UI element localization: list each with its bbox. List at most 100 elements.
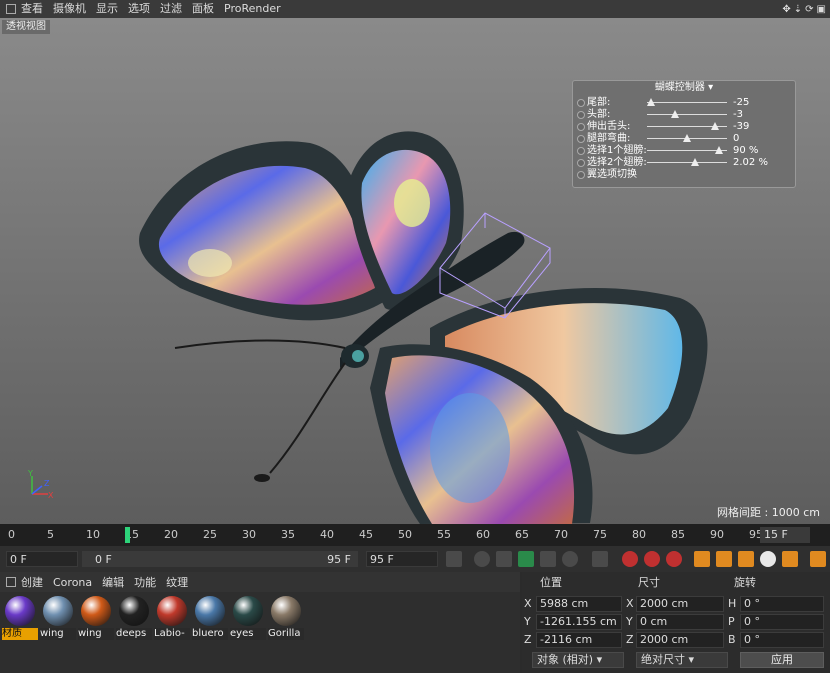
goto-start-icon[interactable] — [446, 551, 462, 567]
controller-value[interactable]: -25 — [733, 97, 749, 108]
material-swatch[interactable]: bluero — [192, 594, 228, 640]
position-field[interactable]: 5988 cm — [536, 596, 622, 612]
controller-row[interactable]: 选择2个翅膀: 2.02 % — [577, 157, 791, 168]
animate-dot-icon[interactable] — [577, 135, 585, 143]
play-icon[interactable] — [518, 551, 534, 567]
key-position-icon[interactable] — [694, 551, 710, 567]
menu-edit[interactable]: 编辑 — [97, 574, 129, 590]
controller-label: 伸出舌头: — [587, 121, 631, 132]
slider-knob[interactable] — [683, 134, 691, 142]
menu-function[interactable]: 功能 — [129, 574, 161, 590]
timeline-tick-label: 85 — [671, 528, 685, 541]
timeline-options-icon[interactable] — [810, 551, 826, 567]
material-swatch[interactable]: Labio- — [154, 594, 190, 640]
slider-track[interactable] — [647, 162, 727, 163]
size-mode-dropdown[interactable]: 绝对尺寸 ▾ — [636, 652, 728, 668]
menu-panel[interactable]: 面板 — [187, 0, 219, 18]
controller-value[interactable]: -39 — [733, 121, 749, 132]
key-rotation-icon[interactable] — [738, 551, 754, 567]
perspective-viewport[interactable]: 透视视图 Y X Z 蝴蝶控制器 ▾ 尾部: -25 头部: -3 伸出舌头: … — [0, 18, 830, 524]
slider-knob[interactable] — [647, 98, 655, 106]
slider-knob[interactable] — [691, 158, 699, 166]
size-field[interactable]: 2000 cm — [636, 596, 724, 612]
animate-dot-icon[interactable] — [577, 123, 585, 131]
timeline-ruler[interactable]: 0 5 10 15 20 25 30 35 40 45 50 55 60 65 70 75 80 85 90 95 1… — [0, 524, 830, 546]
animate-dot-icon[interactable] — [577, 159, 585, 167]
controller-row[interactable]: 头部: -3 — [577, 109, 791, 120]
controller-value[interactable]: 90 % — [733, 145, 758, 156]
autokey-icon[interactable] — [644, 551, 660, 567]
key-param-icon[interactable] — [760, 551, 776, 567]
position-field[interactable]: -1261.155 cm — [536, 614, 622, 630]
animate-dot-icon[interactable] — [577, 99, 585, 107]
slider-track[interactable] — [647, 102, 727, 103]
maximize-view-icon[interactable]: ▣ — [817, 4, 826, 15]
animate-dot-icon[interactable] — [577, 171, 585, 179]
material-swatch[interactable]: wing — [40, 594, 76, 640]
record-icon[interactable] — [622, 551, 638, 567]
size-field[interactable]: 2000 cm — [636, 632, 724, 648]
current-frame-field[interactable]: 15 F — [760, 527, 810, 543]
slider-knob[interactable] — [715, 146, 723, 154]
size-field[interactable]: 0 cm — [636, 614, 724, 630]
menu-filter[interactable]: 过滤 — [155, 0, 187, 18]
menu-view[interactable]: 查看 — [16, 0, 48, 18]
material-swatch[interactable]: deeps — [116, 594, 152, 640]
animate-dot-icon[interactable] — [577, 111, 585, 119]
coordinates-panel: 位置 尺寸 旋转 X 5988 cm X 2000 cm H 0 ° Y -1261.155 … — [522, 572, 830, 673]
step-back-icon[interactable] — [496, 551, 512, 567]
move-view-icon[interactable]: ✥ — [782, 4, 790, 15]
controller-row[interactable]: 翼选项切换 — [577, 169, 791, 180]
apply-button[interactable]: 应用 — [740, 652, 824, 668]
menu-camera[interactable]: 摄像机 — [48, 0, 91, 18]
key-help-icon[interactable] — [666, 551, 682, 567]
controller-value[interactable]: 2.02 % — [733, 157, 768, 168]
rotate-view-icon[interactable]: ⟳ — [805, 4, 813, 15]
goto-end-icon[interactable] — [592, 551, 608, 567]
step-forward-icon[interactable] — [540, 551, 556, 567]
position-axis-label: Y — [524, 615, 531, 628]
slider-knob[interactable] — [711, 122, 719, 130]
controller-row[interactable]: 尾部: -25 — [577, 97, 791, 108]
menu-prorender[interactable]: ProRender — [219, 0, 286, 18]
menu-corona[interactable]: Corona — [48, 576, 97, 589]
key-pla-icon[interactable] — [782, 551, 798, 567]
controller-row[interactable]: 选择1个翅膀: 90 % — [577, 145, 791, 156]
rotation-field[interactable]: 0 ° — [740, 614, 824, 630]
timeline-tick-label: 90 — [710, 528, 724, 541]
material-name: bluero — [192, 628, 228, 640]
dolly-view-icon[interactable]: ⇣ — [794, 4, 802, 15]
menu-options[interactable]: 选项 — [123, 0, 155, 18]
grid-spacing-label: 网格间距 : 1000 cm — [717, 506, 820, 519]
menu-create[interactable]: 创建 — [16, 574, 48, 590]
controller-title[interactable]: 蝴蝶控制器 ▾ — [573, 81, 795, 95]
controller-row[interactable]: 伸出舌头: -39 — [577, 121, 791, 132]
controller-value[interactable]: 0 — [733, 133, 739, 144]
start-frame-field[interactable]: 0 F — [6, 551, 78, 567]
slider-knob[interactable] — [671, 110, 679, 118]
menu-texture[interactable]: 纹理 — [161, 574, 193, 590]
rotation-field[interactable]: 0 ° — [740, 596, 824, 612]
preview-range-slider[interactable]: 0 F 95 F — [82, 551, 358, 567]
material-swatch[interactable]: eyes — [230, 594, 266, 640]
controller-label: 选择1个翅膀: — [587, 145, 647, 156]
material-swatch[interactable]: 材质 — [2, 594, 38, 640]
key-scale-icon[interactable] — [716, 551, 732, 567]
animate-dot-icon[interactable] — [577, 147, 585, 155]
coordinate-mode-dropdown[interactable]: 对象 (相对) ▾ — [532, 652, 624, 668]
menu-display[interactable]: 显示 — [91, 0, 123, 18]
material-swatch[interactable]: Gorilla — [268, 594, 304, 640]
rotation-field[interactable]: 0 ° — [740, 632, 824, 648]
timeline-tick-label: 70 — [554, 528, 568, 541]
slider-track[interactable] — [647, 114, 727, 115]
controller-row[interactable]: 腿部弯曲: 0 — [577, 133, 791, 144]
view-icon[interactable] — [6, 4, 16, 14]
timeline-playhead[interactable] — [125, 527, 130, 543]
prev-key-icon[interactable] — [474, 551, 490, 567]
end-frame-field[interactable]: 95 F — [366, 551, 438, 567]
position-field[interactable]: -2116 cm — [536, 632, 622, 648]
material-swatch[interactable]: wing — [78, 594, 114, 640]
controller-value[interactable]: -3 — [733, 109, 743, 120]
material-menu-icon[interactable] — [6, 577, 16, 587]
next-key-icon[interactable] — [562, 551, 578, 567]
